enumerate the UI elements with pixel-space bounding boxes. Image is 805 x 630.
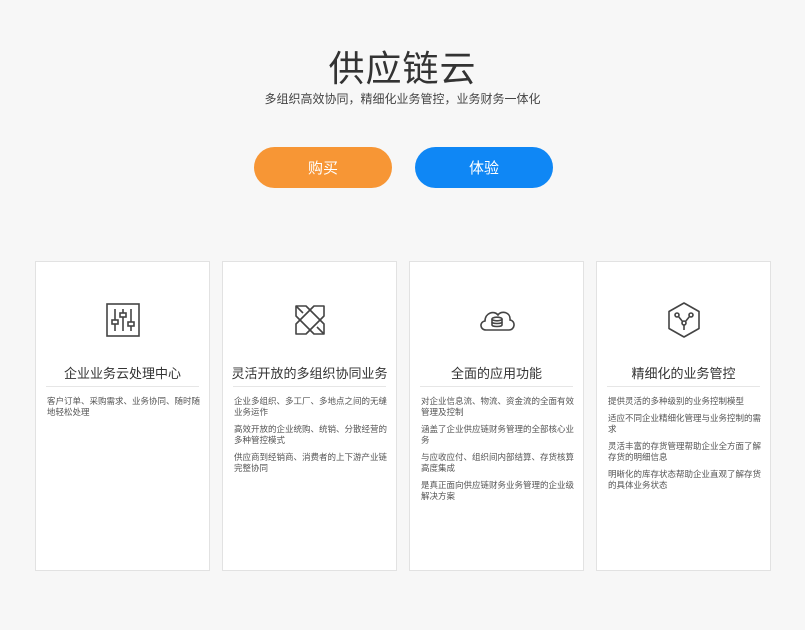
card-body: 客户订单、采购需求、业务协同、随时随地轻松处理 <box>47 397 200 425</box>
card-item: 灵活丰富的存货管理帮助企业全方面了解存货的明细信息 <box>608 442 762 463</box>
card-item: 适应不同企业精细化管理与业务控制的需求 <box>608 414 762 435</box>
card-title: 灵活开放的多组织协同业务 <box>231 367 388 382</box>
page-title: 供应链云 <box>328 49 477 90</box>
card-divider <box>46 386 199 387</box>
card-item: 是真正面向供应链财务业务管理的企业级解决方案 <box>421 481 575 502</box>
card-body: 企业多组织、多工厂、多地点之间的无缝业务运作 高效开放的企业统购、统销、分散经营… <box>234 397 387 481</box>
card-title: 企业业务云处理中心 <box>63 367 181 382</box>
feature-card-full-functions: 全面的应用功能 对企业信息流、物流、资金流的全面有效管理及控制 涵盖了企业供应链… <box>409 261 584 571</box>
card-item: 客户订单、采购需求、业务协同、随时随地轻松处理 <box>47 397 201 418</box>
card-title: 全面的应用功能 <box>450 367 542 382</box>
try-button[interactable]: 体验 <box>415 147 553 188</box>
buy-button[interactable]: 购买 <box>254 147 392 188</box>
feature-card-business-center: 企业业务云处理中心 客户订单、采购需求、业务协同、随时随地轻松处理 <box>35 261 210 571</box>
card-title: 精细化的业务管控 <box>631 367 736 382</box>
card-body: 提供灵活的多种级别的业务控制模型 适应不同企业精细化管理与业务控制的需求 灵活丰… <box>608 397 761 498</box>
cloud-database-icon <box>410 300 583 340</box>
page-subtitle: 多组织高效协同，精细化业务管控，业务财务一体化 <box>264 92 541 106</box>
card-body: 对企业信息流、物流、资金流的全面有效管理及控制 涵盖了企业供应链财务管理的全部核… <box>421 397 574 509</box>
card-item: 高效开放的企业统购、统销、分散经营的多种管控模式 <box>234 425 388 446</box>
card-divider <box>233 386 386 387</box>
sliders-icon <box>36 300 209 340</box>
card-item: 涵盖了企业供应链财务管理的全部核心业务 <box>421 425 575 446</box>
card-item: 与应收应付、组织间内部结算、存货核算高度集成 <box>421 453 575 474</box>
card-item: 企业多组织、多工厂、多地点之间的无缝业务运作 <box>234 397 388 418</box>
card-divider <box>607 386 760 387</box>
card-item: 供应商到经销商、消费者的上下游产业链完整协同 <box>234 453 388 474</box>
feature-card-fine-control: 精细化的业务管控 提供灵活的多种级别的业务控制模型 适应不同企业精细化管理与业务… <box>596 261 771 571</box>
card-item: 提供灵活的多种级别的业务控制模型 <box>608 397 745 407</box>
card-item: 对企业信息流、物流、资金流的全面有效管理及控制 <box>421 397 575 418</box>
cross-arrows-icon <box>223 300 396 340</box>
hexagon-network-icon <box>597 300 770 340</box>
card-divider <box>420 386 573 387</box>
card-item: 明晰化的库存状态帮助企业直观了解存货的具体业务状态 <box>608 470 762 491</box>
feature-card-multi-org: 灵活开放的多组织协同业务 企业多组织、多工厂、多地点之间的无缝业务运作 高效开放… <box>222 261 397 571</box>
product-page: 供应链云 多组织高效协同，精细化业务管控，业务财务一体化 购买 体验 企业业务云… <box>0 0 805 630</box>
